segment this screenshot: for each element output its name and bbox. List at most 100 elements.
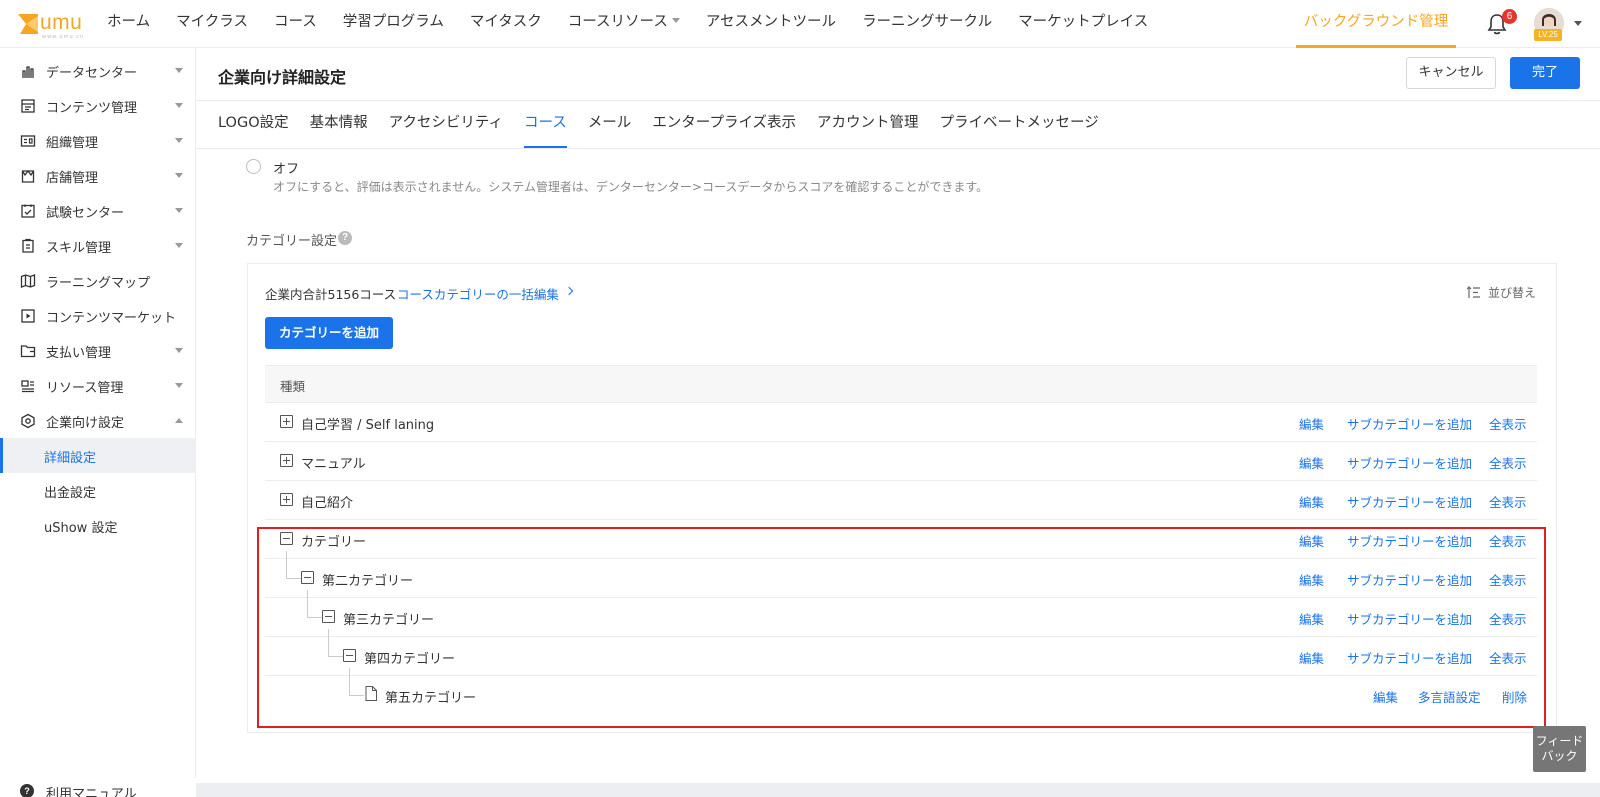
expand-plus-icon[interactable] xyxy=(280,454,293,467)
sidebar-subitem-label: 詳細設定 xyxy=(44,451,97,466)
tab-accessibility[interactable]: アクセシビリティ xyxy=(389,100,503,148)
resource-icon xyxy=(21,380,34,393)
umu-logo[interactable]: umu www.umu.cn xyxy=(16,10,86,40)
rating-off-description: オフにすると、評価は表示されません。システム管理者は、デンターセンター>コースデ… xyxy=(273,180,989,194)
table-row: 第四カテゴリー 編集 サブカテゴリーを追加 全表示 xyxy=(265,637,1537,676)
tab-logo[interactable]: LOGO設定 xyxy=(218,100,289,148)
done-button[interactable]: 完了 xyxy=(1510,57,1580,89)
sidebar-item-payment[interactable]: 支払い管理 xyxy=(0,333,196,368)
nav-learning-program[interactable]: 学習プログラム xyxy=(330,0,457,46)
tab-private-message[interactable]: プライベートメッセージ xyxy=(940,100,1099,148)
sidebar-item-manual[interactable]: ? 利用マニュアル xyxy=(0,778,196,797)
collapse-minus-icon[interactable] xyxy=(301,571,314,584)
sidebar-item-label: 利用マニュアル xyxy=(46,787,137,797)
nav-background-admin[interactable]: バックグラウンド管理 xyxy=(1296,0,1456,48)
feedback-button[interactable]: フィード バック xyxy=(1533,726,1586,772)
expand-plus-icon[interactable] xyxy=(280,493,293,506)
sidebar-item-content-market[interactable]: コンテンツマーケット xyxy=(0,298,196,333)
edit-link[interactable]: 編集 xyxy=(1299,609,1324,628)
main-nav: ホーム マイクラス コース 学習プログラム マイタスク コースリソース アセスメ… xyxy=(94,0,1161,46)
add-subcategory-link[interactable]: サブカテゴリーを追加 xyxy=(1347,453,1472,472)
show-all-link[interactable]: 全表示 xyxy=(1489,648,1527,667)
chevron-down-icon xyxy=(175,208,183,213)
sort-icon[interactable] xyxy=(1467,286,1481,299)
sidebar-item-content-management[interactable]: コンテンツ管理 xyxy=(0,88,196,123)
tree-connector xyxy=(307,617,322,618)
show-all-link[interactable]: 全表示 xyxy=(1489,531,1527,550)
chevron-down-icon xyxy=(671,18,680,23)
edit-link[interactable]: 編集 xyxy=(1299,414,1324,433)
category-name: 第四カテゴリー xyxy=(364,652,456,667)
add-subcategory-link[interactable]: サブカテゴリーを追加 xyxy=(1347,609,1472,628)
sidebar-item-data-center[interactable]: データセンター xyxy=(0,53,196,88)
bulk-edit-link[interactable]: コースカテゴリーの一括編集 xyxy=(397,284,559,303)
edit-link[interactable]: 編集 xyxy=(1299,531,1324,550)
nav-home[interactable]: ホーム xyxy=(94,0,163,46)
sidebar-subitem-withdrawal-settings[interactable]: 出金設定 xyxy=(0,473,196,508)
logo-text: umu xyxy=(40,11,83,34)
show-all-link[interactable]: 全表示 xyxy=(1489,609,1527,628)
sidebar-item-skill[interactable]: スキル管理 xyxy=(0,228,196,263)
expand-plus-icon[interactable] xyxy=(280,415,293,428)
edit-link[interactable]: 編集 xyxy=(1299,570,1324,589)
tab-course[interactable]: コース xyxy=(524,100,567,148)
chevron-down-icon xyxy=(175,103,183,108)
edit-link[interactable]: 編集 xyxy=(1299,453,1324,472)
add-subcategory-link[interactable]: サブカテゴリーを追加 xyxy=(1347,570,1472,589)
show-all-link[interactable]: 全表示 xyxy=(1489,453,1527,472)
sidebar-item-store[interactable]: 店舗管理 xyxy=(0,158,196,193)
sidebar-subitem-advanced-settings[interactable]: 詳細設定 xyxy=(0,438,196,473)
collapse-minus-icon[interactable] xyxy=(322,610,335,623)
collapse-minus-icon[interactable] xyxy=(280,532,293,545)
edit-link[interactable]: 編集 xyxy=(1299,492,1324,511)
add-subcategory-link[interactable]: サブカテゴリーを追加 xyxy=(1347,492,1472,511)
tab-basic-info[interactable]: 基本情報 xyxy=(310,100,368,148)
tab-enterprise-display[interactable]: エンタープライズ表示 xyxy=(652,100,796,148)
course-total: 企業内合計5156コース xyxy=(265,287,397,302)
cancel-button[interactable]: キャンセル xyxy=(1406,57,1496,89)
add-category-button[interactable]: カテゴリーを追加 xyxy=(265,317,393,349)
table-row: カテゴリー 編集 サブカテゴリーを追加 全表示 xyxy=(265,520,1537,559)
sidebar-item-organization[interactable]: 組織管理 xyxy=(0,123,196,158)
settings-icon xyxy=(21,413,35,429)
sidebar-subitem-label: 出金設定 xyxy=(44,486,97,501)
nav-my-class[interactable]: マイクラス xyxy=(163,0,261,46)
show-all-link[interactable]: 全表示 xyxy=(1489,570,1527,589)
sidebar-item-resource[interactable]: リソース管理 xyxy=(0,368,196,403)
table-row: 第三カテゴリー 編集 サブカテゴリーを追加 全表示 xyxy=(265,598,1537,637)
sidebar-item-label: 店舗管理 xyxy=(46,171,99,186)
show-all-link[interactable]: 全表示 xyxy=(1489,492,1527,511)
sidebar-item-enterprise-settings[interactable]: 企業向け設定 xyxy=(0,403,196,438)
tab-mail[interactable]: メール xyxy=(588,100,632,148)
nav-assessment-tool[interactable]: アセスメントツール xyxy=(693,0,849,46)
sort-button[interactable]: 並び替え xyxy=(1488,284,1536,301)
chevron-down-icon xyxy=(175,138,183,143)
chevron-down-icon xyxy=(175,348,183,353)
add-subcategory-link[interactable]: サブカテゴリーを追加 xyxy=(1347,531,1472,550)
help-icon[interactable]: ? xyxy=(338,231,352,245)
tab-account[interactable]: アカウント管理 xyxy=(817,100,919,148)
nav-course[interactable]: コース xyxy=(261,0,330,46)
show-all-link[interactable]: 全表示 xyxy=(1489,414,1527,433)
edit-link[interactable]: 編集 xyxy=(1373,687,1398,706)
collapse-minus-icon[interactable] xyxy=(343,649,356,662)
nav-course-resource[interactable]: コースリソース xyxy=(555,0,693,46)
delete-link[interactable]: 削除 xyxy=(1502,687,1527,706)
sidebar-item-exam-center[interactable]: 試験センター xyxy=(0,193,196,228)
add-subcategory-link[interactable]: サブカテゴリーを追加 xyxy=(1347,414,1472,433)
add-subcategory-link[interactable]: サブカテゴリーを追加 xyxy=(1347,648,1472,667)
sidebar-item-label: 企業向け設定 xyxy=(46,416,125,431)
chevron-right-icon xyxy=(564,286,574,296)
sidebar-item-label: スキル管理 xyxy=(46,241,112,256)
sidebar-item-label: コンテンツマーケット xyxy=(46,311,177,326)
nav-marketplace[interactable]: マーケットプレイス xyxy=(1005,0,1161,46)
chevron-down-icon[interactable] xyxy=(1574,21,1582,26)
sidebar-subitem-ushow-settings[interactable]: uShow 設定 xyxy=(0,508,196,543)
multilingual-settings-link[interactable]: 多言語設定 xyxy=(1418,687,1481,706)
tree-connector xyxy=(349,668,350,695)
rating-off-radio[interactable] xyxy=(246,159,261,174)
sidebar-item-learning-map[interactable]: ラーニングマップ xyxy=(0,263,196,298)
nav-my-task[interactable]: マイタスク xyxy=(457,0,555,46)
edit-link[interactable]: 編集 xyxy=(1299,648,1324,667)
nav-learning-circle[interactable]: ラーニングサークル xyxy=(849,0,1005,46)
